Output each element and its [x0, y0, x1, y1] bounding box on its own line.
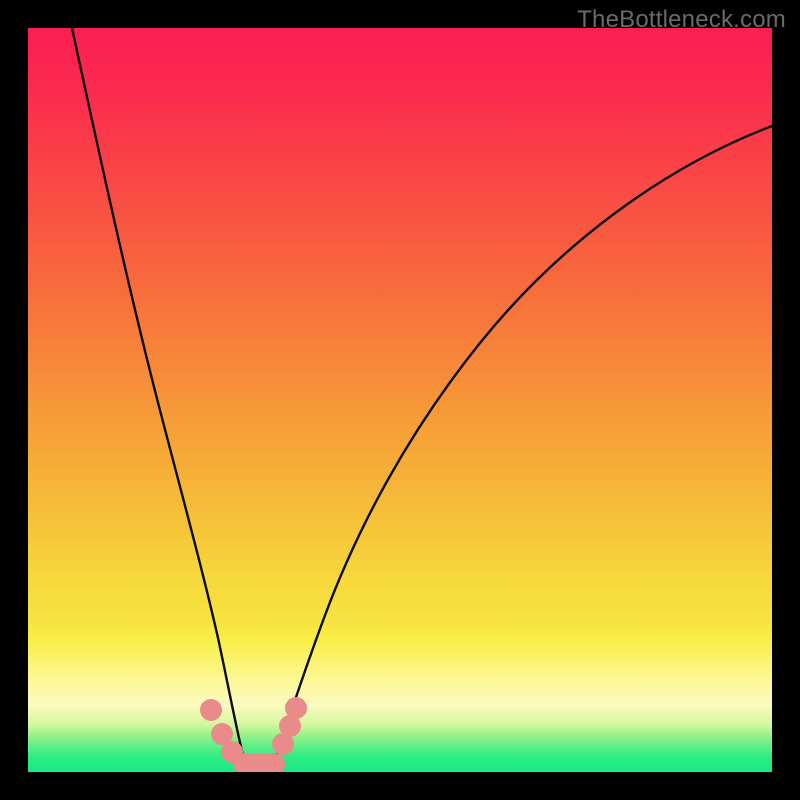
curves-svg — [28, 28, 772, 772]
trough-dot — [285, 697, 307, 719]
curve-left-branch — [72, 28, 245, 764]
watermark-text: TheBottleneck.com — [577, 6, 786, 34]
curve-right-branch — [274, 126, 772, 764]
chart-container: TheBottleneck.com — [0, 0, 800, 800]
trough-dot — [200, 699, 222, 721]
plot-area — [28, 28, 772, 772]
